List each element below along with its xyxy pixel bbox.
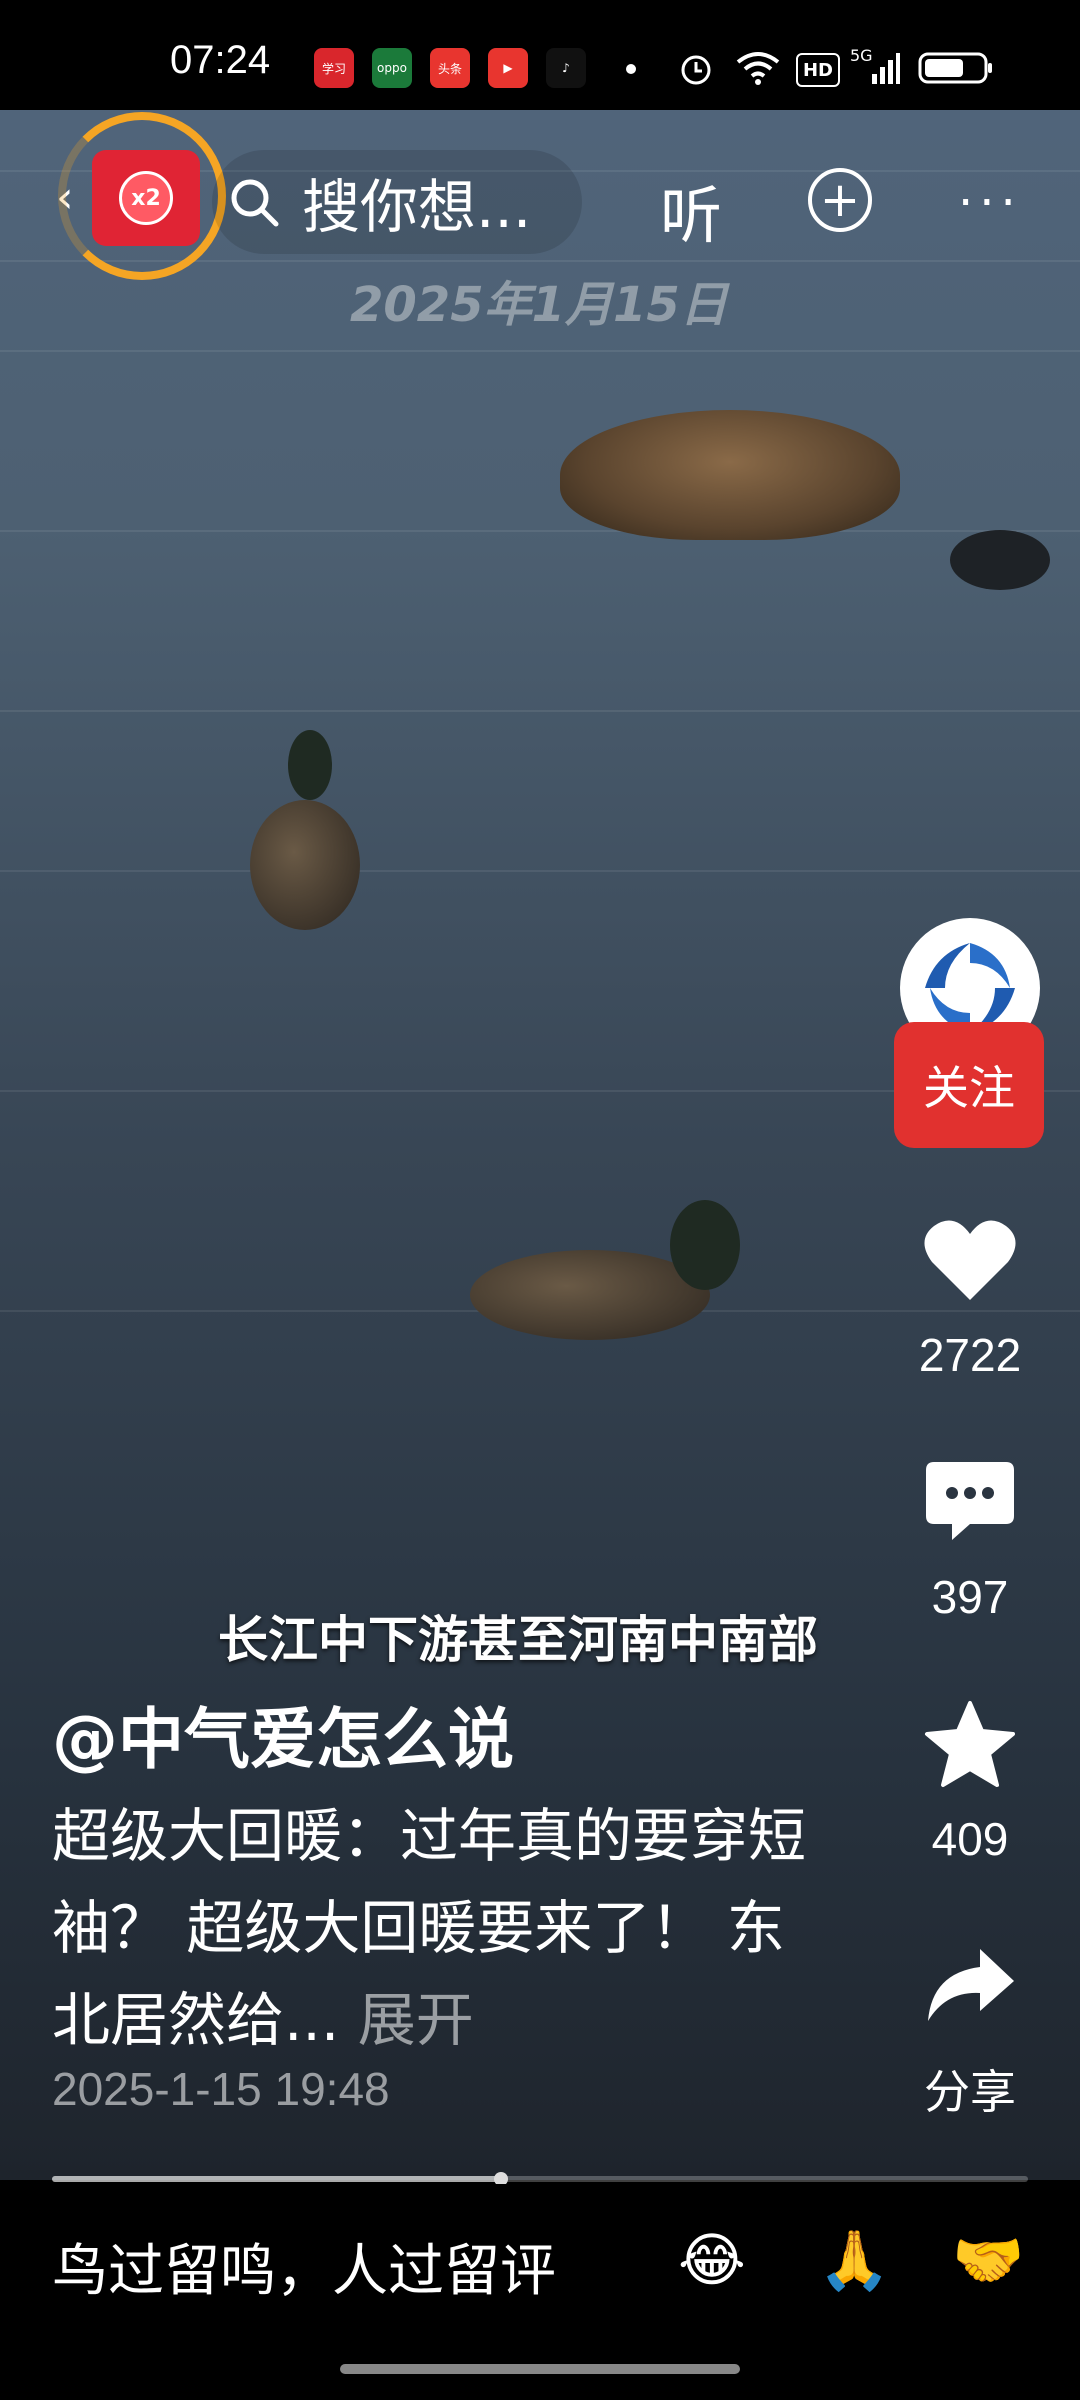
search-icon (231, 179, 279, 227)
alarm-icon (676, 48, 716, 88)
hd-badge: HD (796, 53, 840, 87)
more-icon[interactable]: ··· (958, 175, 1022, 231)
toutiao-app-icon: 头条 (430, 48, 470, 88)
heart-icon (924, 1220, 1016, 1300)
share-arrow-icon (928, 1949, 1014, 2021)
redpacket-multiplier: x2 (119, 171, 173, 225)
pray-emoji-button[interactable]: 🙏 (818, 2226, 890, 2295)
status-bar: 07:24 学习 oppo 头条 ▶ ♪ HD 5G (0, 0, 1080, 110)
status-time: 07:24 (170, 38, 271, 82)
bottom-comment-bar: 鸟过留鸣，人过留评 😂 🙏 🤝 (0, 2184, 1080, 2400)
duck-swimming (470, 1200, 770, 1340)
douyin-app-icon: ♪ (546, 48, 586, 88)
share-button[interactable] (910, 1940, 1030, 2030)
follow-button[interactable]: 关注 (894, 1022, 1044, 1148)
share-label: 分享 (924, 2066, 1016, 2118)
listen-button[interactable]: 听 (660, 165, 722, 255)
video-app-icon: ▶ (488, 48, 528, 88)
post-description[interactable]: 超级大回暖：过年真的要穿短袖？ 超级大回暖要来了！ 东北居然给... 展开 (52, 1790, 812, 2066)
wifi-icon (734, 48, 782, 88)
handshake-emoji-button[interactable]: 🤝 (952, 2226, 1024, 2295)
comment-button[interactable] (910, 1456, 1030, 1546)
redpacket-button[interactable]: x2 (92, 150, 200, 246)
expand-link[interactable]: 展开 (358, 1986, 474, 2054)
like-button[interactable] (910, 1210, 1030, 1310)
duck-standing (240, 730, 380, 950)
search-placeholder: 搜你想... (302, 173, 532, 241)
laughing-emoji-button[interactable]: 😂 (678, 2226, 746, 2294)
battery-icon (918, 48, 994, 88)
reed-island (560, 410, 900, 540)
xuexi-app-icon: 学习 (314, 48, 354, 88)
video-progress-bar[interactable] (52, 2172, 1028, 2186)
comment-input[interactable]: 鸟过留鸣，人过留评 (52, 2226, 556, 2307)
star-icon (925, 1701, 1015, 1787)
post-timestamp: 2025-1-15 19:48 (52, 2063, 390, 2115)
comment-icon (926, 1462, 1014, 1540)
video-subtitle: 长江中下游甚至河南中南部 (218, 1611, 818, 1669)
oppo-app-icon: oppo (372, 48, 412, 88)
coot-bird (950, 520, 1070, 600)
add-icon[interactable]: + (808, 168, 872, 232)
search-bar[interactable]: 搜你想... (212, 150, 582, 254)
like-count: 2722 (918, 1329, 1022, 1381)
notification-dot (626, 64, 636, 74)
favorite-button[interactable] (910, 1696, 1030, 1792)
signal-icon: 5G (850, 46, 900, 88)
home-indicator[interactable] (340, 2364, 740, 2374)
progress-fill (52, 2176, 501, 2182)
author-name[interactable]: @中气爱怎么说 (52, 1686, 514, 1782)
favorite-count: 409 (931, 1813, 1009, 1865)
comment-count: 397 (931, 1571, 1009, 1623)
date-watermark: 2025年1月15日 (350, 277, 728, 333)
